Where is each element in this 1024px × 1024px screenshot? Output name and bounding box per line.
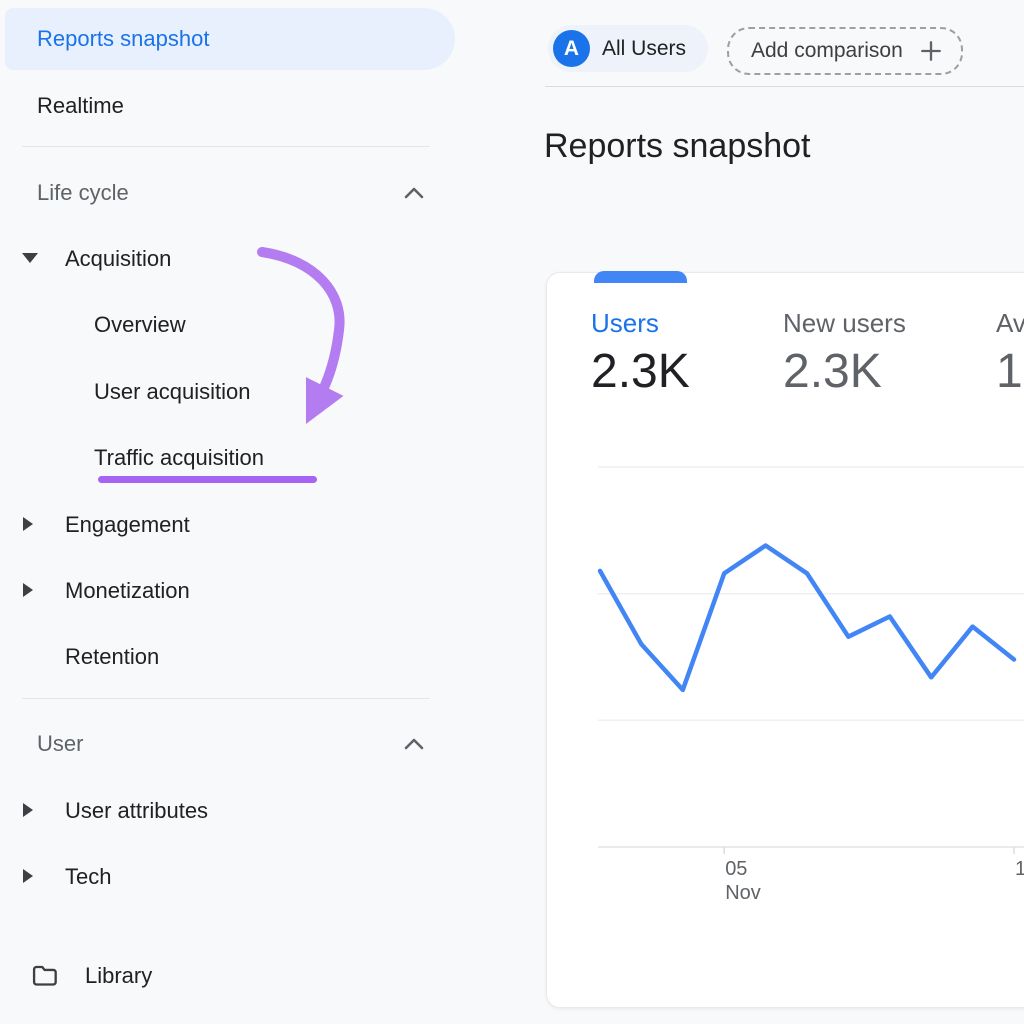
triangle-down-icon bbox=[22, 253, 38, 263]
section-label: User bbox=[37, 731, 83, 756]
metric-value: 2.3K bbox=[591, 347, 690, 397]
avatar-initial: A bbox=[564, 37, 579, 61]
triangle-right-icon bbox=[23, 583, 33, 597]
sidebar-item-monetization[interactable]: Monetization bbox=[65, 579, 190, 603]
sidebar-item-label: Retention bbox=[65, 644, 159, 669]
sidebar-item-tech[interactable]: Tech bbox=[65, 865, 111, 889]
add-comparison-button[interactable]: Add comparison bbox=[727, 27, 963, 75]
sidebar-item-overview[interactable]: Overview bbox=[94, 313, 186, 337]
sidebar-item-label: Reports snapshot bbox=[37, 26, 209, 52]
metric-label: Users bbox=[591, 309, 690, 337]
sidebar-item-traffic-acquisition[interactable]: Traffic acquisition bbox=[94, 446, 264, 470]
sidebar-item-retention[interactable]: Retention bbox=[65, 645, 159, 669]
sidebar-item-library[interactable]: Library bbox=[85, 964, 152, 988]
sidebar-section-user: User bbox=[37, 732, 83, 756]
sidebar-item-label: User acquisition bbox=[94, 379, 251, 404]
annotation-underline bbox=[98, 476, 317, 483]
add-comparison-label: Add comparison bbox=[751, 39, 903, 63]
sidebar-item-label: User attributes bbox=[65, 798, 208, 823]
sidebar-item-label: Overview bbox=[94, 312, 186, 337]
section-label: Life cycle bbox=[37, 180, 129, 205]
sidebar-item-user-acquisition[interactable]: User acquisition bbox=[94, 380, 251, 404]
metric-tab-users[interactable]: Users 2.3K bbox=[591, 309, 690, 397]
svg-text:05: 05 bbox=[725, 858, 747, 880]
summary-card: 05Nov 12 Users 2.3K New users 2.3K Av 1m bbox=[546, 272, 1024, 1008]
svg-text:12: 12 bbox=[1015, 858, 1024, 880]
plus-icon bbox=[917, 37, 945, 65]
metric-tab-new-users[interactable]: New users 2.3K bbox=[783, 309, 906, 397]
sidebar-item-label: Engagement bbox=[65, 512, 190, 537]
sidebar-item-label: Monetization bbox=[65, 578, 190, 603]
sidebar-item-label: Tech bbox=[65, 864, 111, 889]
sidebar-item-label: Traffic acquisition bbox=[94, 445, 264, 470]
audience-chip-label: All Users bbox=[602, 37, 686, 61]
sidebar-item-realtime[interactable]: Realtime bbox=[37, 94, 124, 118]
sidebar-item-label: Library bbox=[85, 963, 152, 988]
metric-tab-avg-engagement[interactable]: Av 1m bbox=[996, 309, 1024, 397]
svg-text:Nov: Nov bbox=[725, 882, 761, 904]
chevron-up-icon[interactable] bbox=[401, 735, 427, 753]
sidebar-item-user-attributes[interactable]: User attributes bbox=[65, 799, 208, 823]
avatar: A bbox=[553, 30, 590, 67]
audience-chip-all-users[interactable]: A All Users bbox=[548, 25, 708, 72]
sidebar-section-life-cycle: Life cycle bbox=[37, 181, 129, 205]
header-divider bbox=[545, 86, 1024, 87]
triangle-right-icon bbox=[23, 869, 33, 883]
sidebar-item-acquisition[interactable]: Acquisition bbox=[65, 247, 171, 271]
triangle-right-icon bbox=[23, 803, 33, 817]
sidebar-item-label: Realtime bbox=[37, 93, 124, 118]
chevron-up-icon[interactable] bbox=[401, 184, 427, 202]
metric-value: 2.3K bbox=[783, 347, 906, 397]
ga4-reports-screen: Reports snapshot Realtime Life cycle Acq… bbox=[0, 0, 1024, 1024]
sidebar-divider bbox=[22, 698, 430, 699]
sidebar-item-engagement[interactable]: Engagement bbox=[65, 513, 190, 537]
sidebar-item-reports-snapshot[interactable]: Reports snapshot bbox=[5, 8, 455, 70]
metric-value: 1m bbox=[996, 347, 1024, 397]
metric-label: New users bbox=[783, 309, 906, 337]
metric-label: Av bbox=[996, 309, 1024, 337]
folder-icon bbox=[30, 960, 58, 988]
page-title: Reports snapshot bbox=[544, 127, 811, 166]
triangle-right-icon bbox=[23, 517, 33, 531]
sidebar-item-label: Acquisition bbox=[65, 246, 171, 271]
sidebar-divider bbox=[22, 146, 430, 147]
